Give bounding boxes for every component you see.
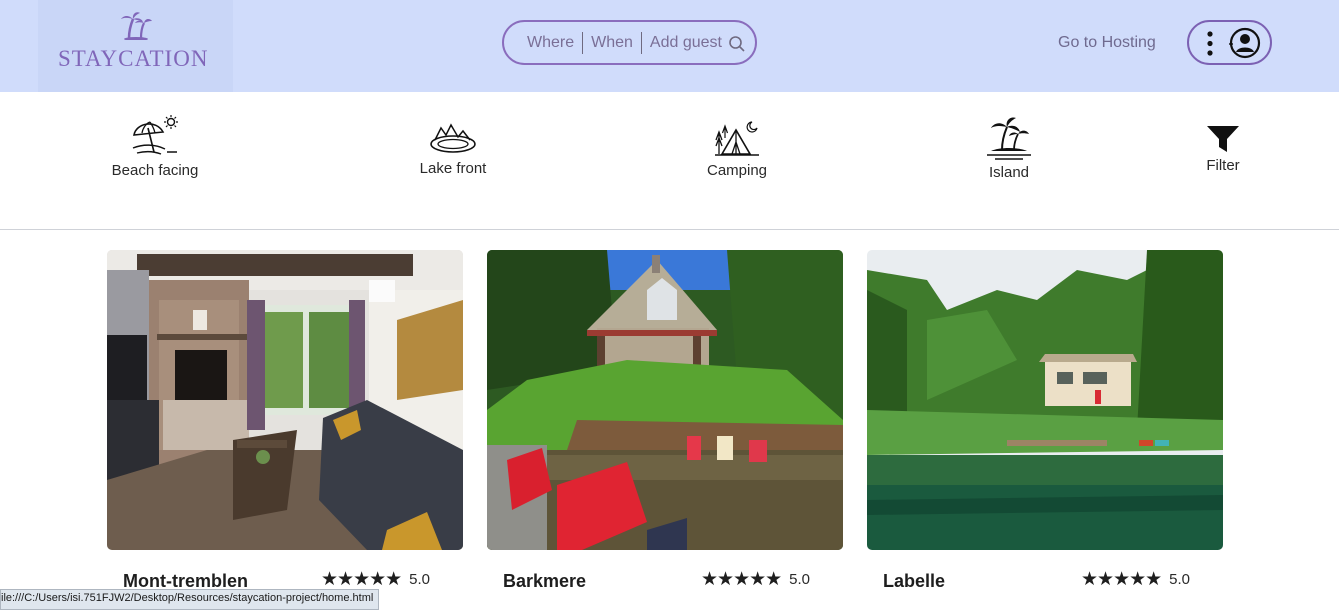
category-island[interactable]: Island: [982, 114, 1036, 181]
search-when[interactable]: When: [591, 34, 641, 52]
category-label: Beach facing: [111, 162, 199, 179]
category-label: Island: [988, 164, 1030, 181]
go-to-hosting-link[interactable]: Go to Hosting: [1058, 34, 1156, 52]
category-camping[interactable]: Camping: [700, 118, 774, 179]
logo-text: STAYCATION: [58, 46, 209, 71]
more-vertical-icon: [1207, 31, 1213, 56]
search-divider: [640, 31, 642, 54]
listing-rating: ★★★★★ 5.0: [701, 568, 810, 591]
filter-button[interactable]: Filter: [1201, 125, 1245, 174]
lake-chalet-photo: [487, 250, 843, 550]
lake-house-photo: [867, 250, 1223, 550]
rating-stars-icon: ★★★★★: [1081, 569, 1162, 590]
category-lake-front[interactable]: Lake front: [410, 120, 496, 177]
rating-stars-icon: ★★★★★: [321, 569, 402, 590]
listing-card[interactable]: Barkmere ★★★★★ 5.0: [487, 250, 843, 591]
listing-photo[interactable]: [487, 250, 843, 550]
lake-icon: [430, 123, 476, 153]
listing-title[interactable]: Barkmere: [503, 571, 586, 592]
browser-status-url: ile:///C:/Users/isi.751FJW2/Desktop/Reso…: [0, 589, 380, 610]
section-divider: [0, 229, 1339, 230]
tent-icon: [715, 121, 759, 156]
listing-card[interactable]: Mont-tremblen ★★★★★ 5.0: [107, 250, 463, 591]
listing-photo[interactable]: [867, 250, 1223, 550]
search-where[interactable]: Where: [527, 34, 582, 52]
top-header: STAYCATION Where When Add guest Go to Ho…: [0, 0, 1339, 92]
rating-stars-icon: ★★★★★: [701, 569, 782, 590]
search-bar[interactable]: Where When Add guest: [502, 20, 757, 65]
user-menu-button[interactable]: [1187, 20, 1272, 65]
living-room-photo: [107, 250, 463, 550]
category-beach-facing[interactable]: Beach facing: [110, 114, 200, 179]
filter-label: Filter: [1206, 157, 1240, 174]
category-label: Camping: [706, 162, 768, 179]
funnel-icon: [1207, 126, 1239, 152]
logo[interactable]: STAYCATION: [38, 0, 233, 92]
palm-logo-icon: [121, 12, 152, 40]
rating-value: 5.0: [409, 571, 431, 588]
listing-card[interactable]: Labelle ★★★★★ 5.0: [867, 250, 1223, 591]
palm-island-icon: [987, 117, 1031, 160]
search-divider: [582, 31, 584, 54]
listing-photo[interactable]: [107, 250, 463, 550]
search-icon[interactable]: [728, 35, 746, 53]
rating-value: 5.0: [789, 571, 811, 588]
category-label: Lake front: [419, 160, 487, 177]
rating-value: 5.0: [1169, 571, 1191, 588]
listing-rating: ★★★★★ 5.0: [321, 568, 430, 591]
user-avatar-icon: [1229, 27, 1261, 59]
listing-title[interactable]: Labelle: [883, 571, 945, 592]
listing-rating: ★★★★★ 5.0: [1081, 568, 1190, 591]
beach-umbrella-icon: [132, 115, 178, 155]
search-guest[interactable]: Add guest: [650, 34, 724, 52]
